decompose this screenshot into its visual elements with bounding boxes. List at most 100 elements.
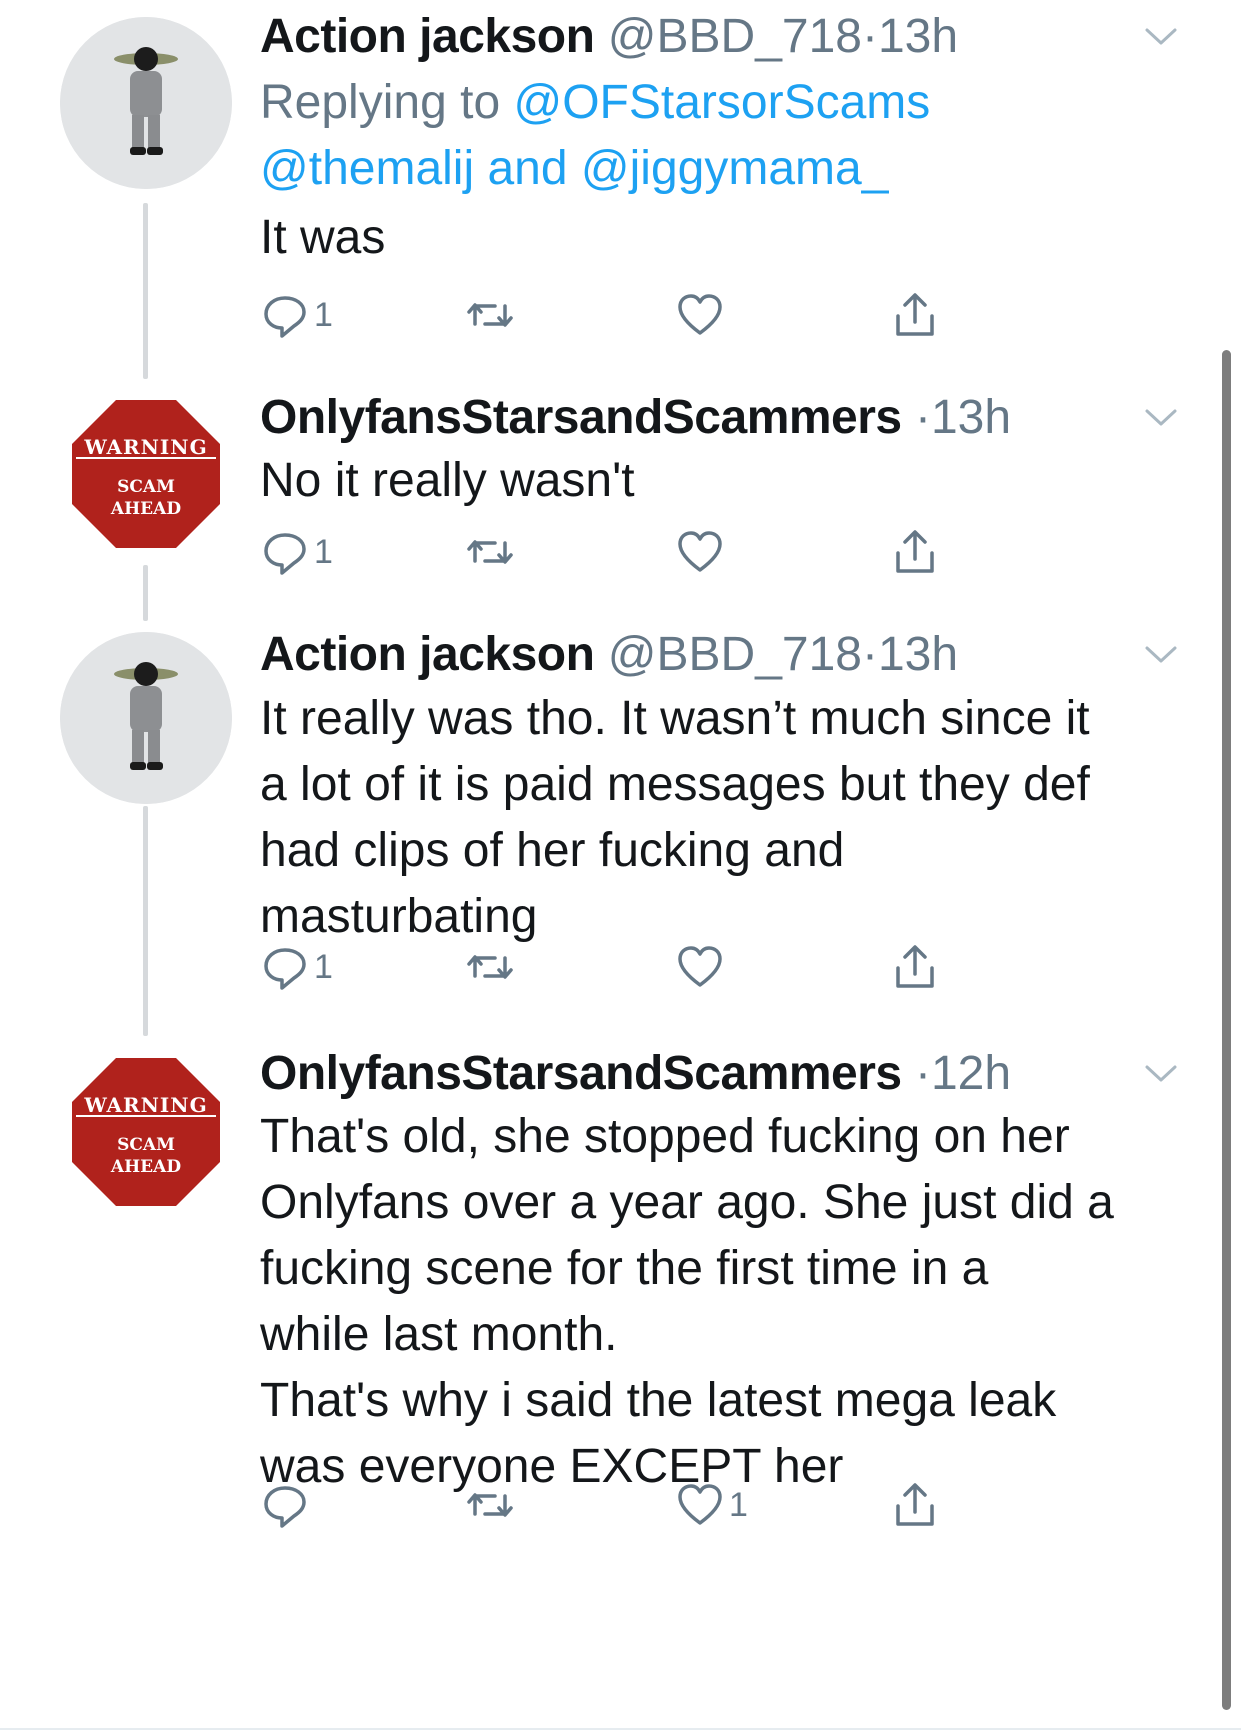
warning-sign-avatar: WARNING SCAM AHEAD bbox=[60, 392, 232, 564]
retweet-button[interactable] bbox=[465, 1478, 515, 1532]
thread-connector bbox=[143, 806, 148, 1036]
like-icon bbox=[678, 946, 722, 987]
scrollbar[interactable] bbox=[1222, 350, 1231, 1710]
tweet-header: Action jackson @BBD_718·13h bbox=[260, 626, 1181, 684]
reply-count: 1 bbox=[314, 296, 333, 334]
avatar-ahead-text: AHEAD bbox=[110, 1157, 181, 1177]
separator-dot: · bbox=[861, 628, 878, 681]
tweet-text: No it really wasn't bbox=[260, 448, 1190, 514]
share-button[interactable] bbox=[890, 940, 940, 994]
tweet-line: No it really wasn't bbox=[260, 454, 635, 507]
chevron-down-icon[interactable] bbox=[1141, 636, 1181, 672]
reply-count: 1 bbox=[314, 948, 333, 986]
like-icon bbox=[678, 531, 722, 572]
share-icon bbox=[896, 945, 934, 988]
like-count: 1 bbox=[729, 1486, 748, 1524]
timestamp[interactable]: 13h bbox=[878, 628, 958, 681]
reply-icon bbox=[264, 1486, 306, 1528]
chevron-down-icon[interactable] bbox=[1141, 1055, 1181, 1091]
like-button[interactable] bbox=[675, 525, 729, 579]
thread-connector bbox=[143, 565, 148, 621]
tweet-line: fucking scene for the first time in a bbox=[260, 1242, 989, 1295]
tweet-text: That's old, she stopped fucking on her O… bbox=[260, 1104, 1190, 1500]
tweet-line: had clips of her fucking and bbox=[260, 824, 845, 877]
reply-count: 1 bbox=[314, 533, 333, 571]
reply-icon bbox=[264, 948, 306, 990]
reply-button[interactable]: 1 bbox=[260, 525, 333, 579]
mention-conjunction: and bbox=[487, 142, 568, 195]
display-name[interactable]: Action jackson bbox=[260, 10, 595, 63]
retweet-button[interactable] bbox=[465, 940, 515, 994]
mention-link[interactable]: @themalij bbox=[260, 142, 474, 195]
warning-sign-avatar: WARNING SCAM AHEAD bbox=[60, 1050, 232, 1222]
reply-icon bbox=[264, 296, 306, 338]
user-handle[interactable]: @BBD_718 bbox=[608, 628, 862, 681]
avatar-scam-text: SCAM bbox=[117, 477, 175, 497]
retweet-button[interactable] bbox=[465, 288, 515, 342]
separator-dot: · bbox=[914, 391, 931, 444]
avatar[interactable]: WARNING SCAM AHEAD bbox=[60, 1050, 232, 1222]
mention-link[interactable]: @jiggymama_ bbox=[581, 142, 889, 195]
share-icon bbox=[896, 530, 934, 573]
avatar-ahead-text: AHEAD bbox=[110, 499, 181, 519]
chevron-down-icon[interactable] bbox=[1141, 399, 1181, 435]
separator-dot: · bbox=[914, 1047, 931, 1100]
retweet-icon bbox=[467, 955, 513, 979]
tweet-line: That's why i said the latest mega leak bbox=[260, 1374, 1057, 1427]
avatar-scam-text: SCAM bbox=[117, 1135, 175, 1155]
share-button[interactable] bbox=[890, 288, 940, 342]
thread-connector bbox=[143, 203, 148, 379]
user-handle[interactable]: @BBD_718 bbox=[608, 10, 862, 63]
like-button[interactable]: 1 bbox=[675, 1478, 748, 1532]
avatar[interactable]: WARNING SCAM AHEAD bbox=[60, 392, 232, 564]
display-name[interactable]: OnlyfansStarsandScammers bbox=[260, 391, 902, 444]
tweet-text: It really was tho. It wasn’t much since … bbox=[260, 686, 1190, 950]
share-icon bbox=[896, 293, 934, 336]
like-button[interactable] bbox=[675, 940, 729, 994]
tweet-line: It was bbox=[260, 211, 386, 264]
reply-icon bbox=[264, 533, 306, 575]
tweet-line: It really was tho. It wasn’t much since … bbox=[260, 692, 1090, 745]
retweet-icon bbox=[467, 303, 513, 327]
avatar-warning-text: WARNING bbox=[83, 435, 207, 459]
avatar-warning-text: WARNING bbox=[83, 1093, 207, 1117]
like-icon bbox=[678, 294, 722, 335]
mention-link[interactable]: @OFStarsorScams bbox=[513, 76, 930, 129]
share-button[interactable] bbox=[890, 525, 940, 579]
tweet-actions: 1 bbox=[260, 525, 1060, 579]
tweet-line: That's old, she stopped fucking on her bbox=[260, 1110, 1070, 1163]
tweet-header: OnlyfansStarsandScammers ·13h bbox=[260, 389, 1181, 447]
reply-button[interactable]: 1 bbox=[260, 288, 333, 342]
chevron-down-icon[interactable] bbox=[1141, 18, 1181, 54]
timestamp[interactable]: 12h bbox=[931, 1047, 1011, 1100]
reply-button[interactable]: 1 bbox=[260, 940, 333, 994]
share-button[interactable] bbox=[890, 1478, 940, 1532]
retweet-button[interactable] bbox=[465, 525, 515, 579]
like-button[interactable] bbox=[675, 288, 729, 342]
timestamp[interactable]: 13h bbox=[878, 10, 958, 63]
display-name[interactable]: Action jackson bbox=[260, 628, 595, 681]
reply-button[interactable] bbox=[260, 1478, 314, 1532]
tweet-line: while last month. bbox=[260, 1308, 618, 1361]
display-name[interactable]: OnlyfansStarsandScammers bbox=[260, 1047, 902, 1100]
share-icon bbox=[896, 1483, 934, 1526]
retweet-icon bbox=[467, 1493, 513, 1517]
tweet-line: Onlyfans over a year ago. She just did a bbox=[260, 1176, 1114, 1229]
yoda-avatar-icon bbox=[60, 17, 232, 189]
tweet-header: Action jackson @BBD_718·13h bbox=[260, 8, 1181, 66]
replying-to: Replying to @OFStarsorScams @themalij an… bbox=[260, 70, 930, 202]
tweet-text: It was bbox=[260, 205, 1190, 271]
like-icon bbox=[678, 1484, 722, 1525]
avatar[interactable] bbox=[60, 17, 232, 189]
tweet-actions: 1 bbox=[260, 940, 1060, 994]
timestamp[interactable]: 13h bbox=[931, 391, 1011, 444]
tweet-line: a lot of it is paid messages but they de… bbox=[260, 758, 1090, 811]
tweet-actions: 1 bbox=[260, 288, 1060, 342]
separator-dot: · bbox=[861, 10, 878, 63]
avatar[interactable] bbox=[60, 632, 232, 804]
yoda-avatar-icon bbox=[60, 632, 232, 804]
tweet-thread: Action jackson @BBD_718·13h Replying to … bbox=[0, 0, 1241, 1735]
replying-to-label: Replying to bbox=[260, 76, 501, 129]
retweet-icon bbox=[467, 540, 513, 564]
tweet-header: OnlyfansStarsandScammers ·12h bbox=[260, 1045, 1181, 1103]
